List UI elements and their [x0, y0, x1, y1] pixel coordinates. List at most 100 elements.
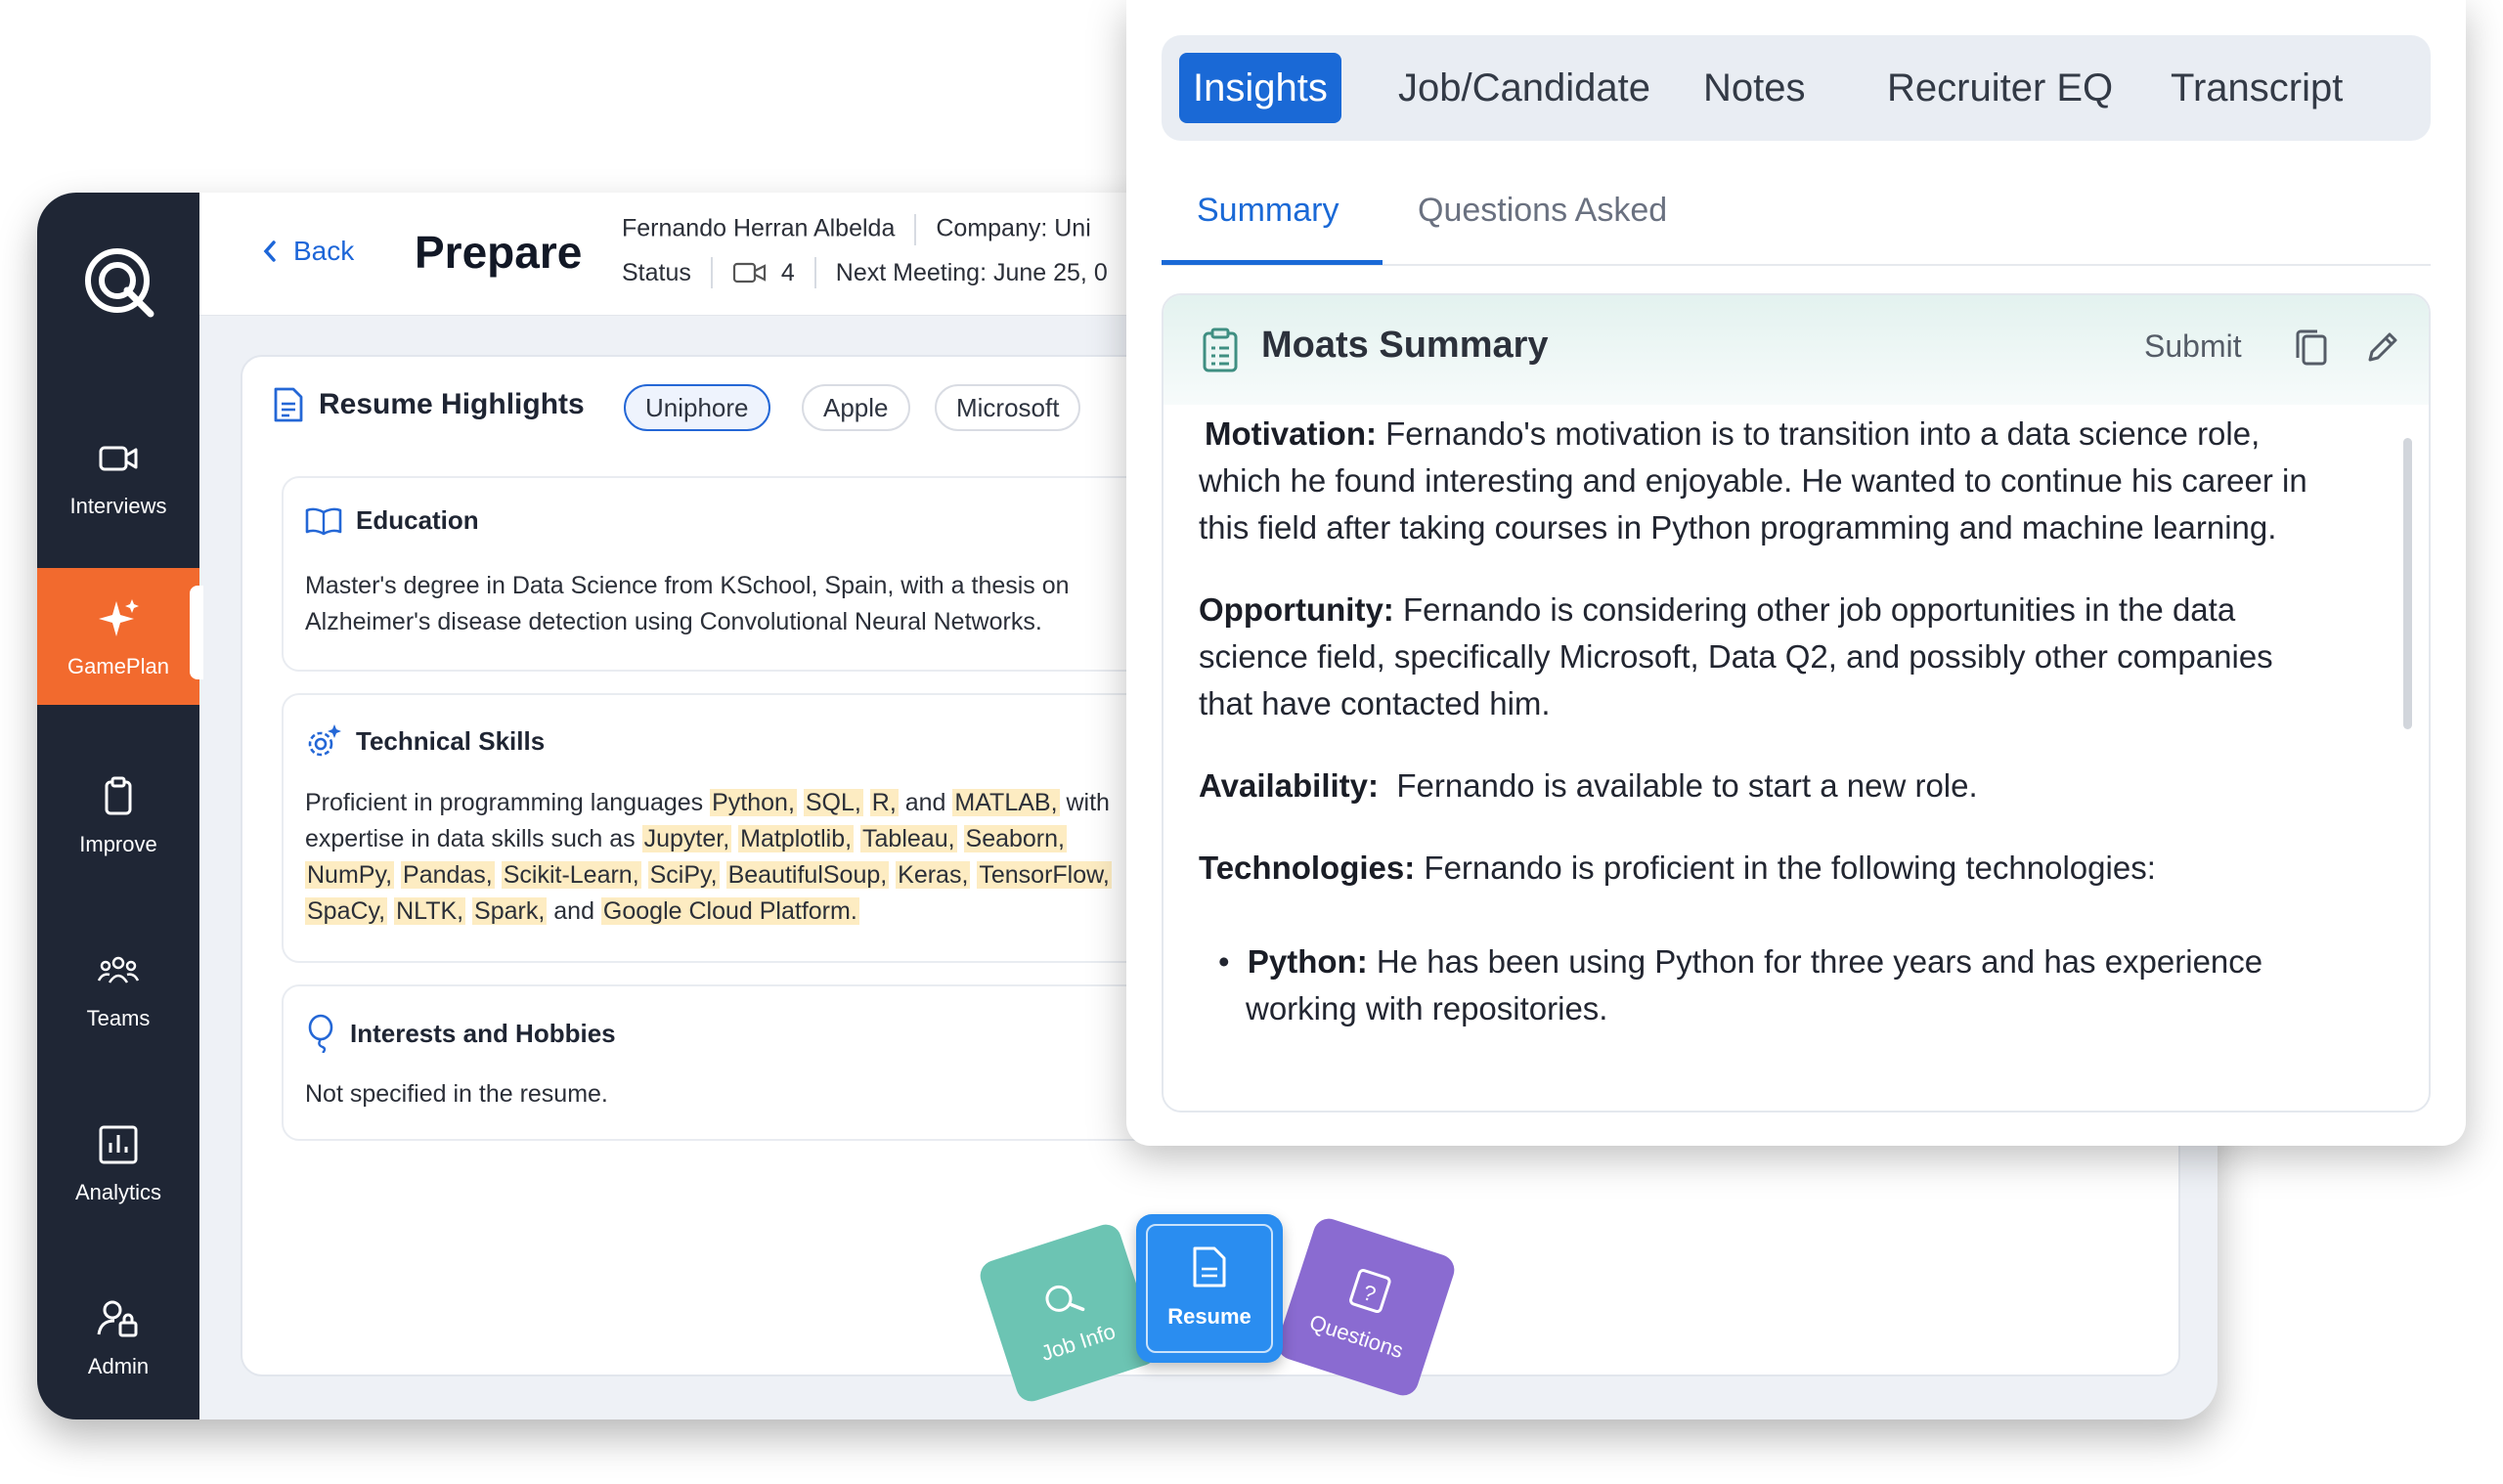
- video-camera-icon: [732, 262, 766, 284]
- back-button[interactable]: Back: [262, 236, 354, 267]
- copy-icon[interactable]: [2294, 328, 2329, 368]
- divider: [813, 257, 816, 288]
- clipboard-list-icon: [1203, 327, 1238, 372]
- tab-insights[interactable]: Insights: [1179, 53, 1341, 123]
- moats-summary-title: Moats Summary: [1261, 325, 1549, 366]
- skill-highlight: Tableau,: [860, 825, 957, 852]
- resume-label: Resume: [1167, 1304, 1252, 1329]
- tab-transcript[interactable]: Transcript: [2171, 53, 2343, 123]
- interests-title: Interests and Hobbies: [350, 1018, 616, 1048]
- technologies-paragraph: Technologies: Fernando is proficient in …: [1199, 845, 2382, 892]
- insights-panel: Insights Job/Candidate Notes Recruiter E…: [1126, 0, 2466, 1146]
- sidebar: Interviews GamePlan Improve Teams Analyt…: [37, 193, 203, 1419]
- skill-highlight: Jupyter,: [641, 825, 732, 852]
- skill-highlight: NLTK,: [394, 897, 466, 925]
- divider: [914, 214, 917, 245]
- resume-highlights-title: Resume Highlights: [319, 388, 585, 420]
- resume-card[interactable]: Resume: [1136, 1214, 1283, 1363]
- svg-text:?: ?: [1360, 1280, 1379, 1307]
- sparkle-icon: [99, 599, 139, 636]
- tab-recruiter-eq[interactable]: Recruiter EQ: [1887, 53, 2113, 123]
- page-title: Prepare: [415, 227, 583, 278]
- skill-highlight: Matplotlib,: [738, 825, 855, 852]
- skills-line: expertise in data skills such as Jupyter…: [305, 821, 1112, 857]
- sidebar-item-label: GamePlan: [67, 654, 169, 678]
- resume-card-frame: [1146, 1224, 1273, 1353]
- sidebar-item-interviews[interactable]: Interviews: [37, 408, 199, 545]
- company-chip-uniphore[interactable]: Uniphore: [624, 384, 770, 431]
- sidebar-item-label: Interviews: [69, 494, 167, 518]
- skill-highlight: MATLAB,: [952, 789, 1060, 816]
- resume-highlights-header: Resume Highlights: [272, 386, 585, 423]
- text: with: [1059, 789, 1110, 816]
- bar-chart-icon: [99, 1125, 138, 1164]
- interests-text: Not specified in the resume.: [305, 1080, 608, 1108]
- opportunity-paragraph: Opportunity: Fernando is considering oth…: [1199, 587, 2382, 633]
- opportunity-line-2: science field, specifically Microsoft, D…: [1199, 638, 2273, 675]
- moats-summary-card: Moats Summary Submit Motivation: Fernand…: [1162, 293, 2431, 1113]
- scrollbar-thumb[interactable]: [2403, 438, 2412, 729]
- active-subtab-underline: [1162, 260, 1383, 265]
- sidebar-item-analytics[interactable]: Analytics: [37, 1094, 199, 1231]
- sidebar-item-teams[interactable]: Teams: [37, 920, 199, 1057]
- tab-job-candidate[interactable]: Job/Candidate: [1398, 53, 1650, 123]
- sidebar-item-gameplan[interactable]: GamePlan: [37, 568, 199, 705]
- video-camera-icon: [99, 446, 138, 471]
- subtab-summary[interactable]: Summary: [1197, 192, 1339, 230]
- open-book-icon: [305, 507, 342, 535]
- skill-highlight: Pandas,: [401, 861, 495, 889]
- submit-button[interactable]: Submit: [2144, 328, 2242, 365]
- sidebar-item-admin[interactable]: Admin: [37, 1268, 199, 1405]
- text: and: [898, 789, 953, 816]
- moats-summary-header: Moats Summary Submit: [1164, 295, 2429, 405]
- availability-text: Fernando is available to start a new rol…: [1379, 767, 1978, 804]
- company-chip-apple[interactable]: Apple: [802, 384, 910, 431]
- sidebar-item-improve[interactable]: Improve: [37, 746, 199, 883]
- education-line: Master's degree in Data Science from KSc…: [305, 572, 1070, 599]
- availability-paragraph: Availability: Fernando is available to s…: [1199, 763, 2382, 809]
- main-tabs: Insights Job/Candidate Notes Recruiter E…: [1162, 35, 2431, 141]
- skill-highlight: NumPy,: [305, 861, 395, 889]
- candidate-name: Fernando Herran Albelda: [622, 214, 896, 242]
- education-header: Education: [305, 505, 479, 536]
- sidebar-item-label: Improve: [79, 832, 157, 856]
- motivation-line-2: which he found interesting and enjoyable…: [1199, 462, 2307, 499]
- subtab-questions-asked[interactable]: Questions Asked: [1418, 192, 1667, 230]
- sidebar-item-label: Admin: [87, 1354, 150, 1378]
- clipboard-icon: [105, 776, 132, 815]
- education-text: Master's degree in Data Science from KSc…: [305, 568, 1070, 640]
- questions-label: Questions: [1306, 1309, 1407, 1364]
- company-chip-microsoft[interactable]: Microsoft: [935, 384, 1081, 431]
- edit-pencil-icon[interactable]: [2364, 328, 2401, 366]
- technologies-label: Technologies:: [1199, 850, 1416, 886]
- divider: [710, 257, 713, 288]
- skill-highlight: Keras,: [896, 861, 971, 889]
- skill-highlight: Seaborn,: [963, 825, 1067, 852]
- next-meeting: Next Meeting: June 25, 0: [835, 258, 1108, 286]
- status-label: Status: [622, 258, 691, 286]
- bullet-dot: •: [1218, 943, 1248, 980]
- status-meta: Status 4 Next Meeting: June 25, 0: [622, 257, 1108, 288]
- python-label: Python:: [1247, 943, 1368, 980]
- skills-line: SpaCy, NLTK, Spark, and Google Cloud Pla…: [305, 894, 1112, 930]
- tab-notes[interactable]: Notes: [1703, 53, 1806, 123]
- question-doc-icon: ?: [1349, 1269, 1391, 1314]
- opportunity-text: Fernando is considering other job opport…: [1393, 591, 2236, 628]
- app-logo-icon[interactable]: [82, 245, 156, 320]
- python-text: He has been using Python for three years…: [1367, 943, 2263, 980]
- magnifier-icon: [1045, 1285, 1085, 1312]
- text: Proficient in programming languages: [305, 789, 711, 816]
- sub-tabs: Summary Questions Asked: [1162, 164, 2431, 266]
- skill-highlight: Python,: [710, 789, 797, 816]
- motivation-line-3: this field after taking courses in Pytho…: [1199, 509, 2277, 546]
- back-label: Back: [293, 236, 355, 266]
- python-line-2: working with repositories.: [1246, 990, 1608, 1026]
- technical-skills-header: Technical Skills: [305, 722, 545, 760]
- text: expertise in data skills such as: [305, 825, 642, 852]
- technologies-text: Fernando is proficient in the following …: [1415, 850, 2156, 886]
- python-bullet: • Python: He has been using Python for t…: [1218, 938, 2401, 985]
- skills-line: NumPy, Pandas, Scikit-Learn, SciPy, Beau…: [305, 857, 1112, 894]
- company-label: Company: Uni: [936, 214, 1091, 242]
- balloon-icon: [308, 1014, 333, 1053]
- motivation-label: Motivation:: [1205, 415, 1377, 452]
